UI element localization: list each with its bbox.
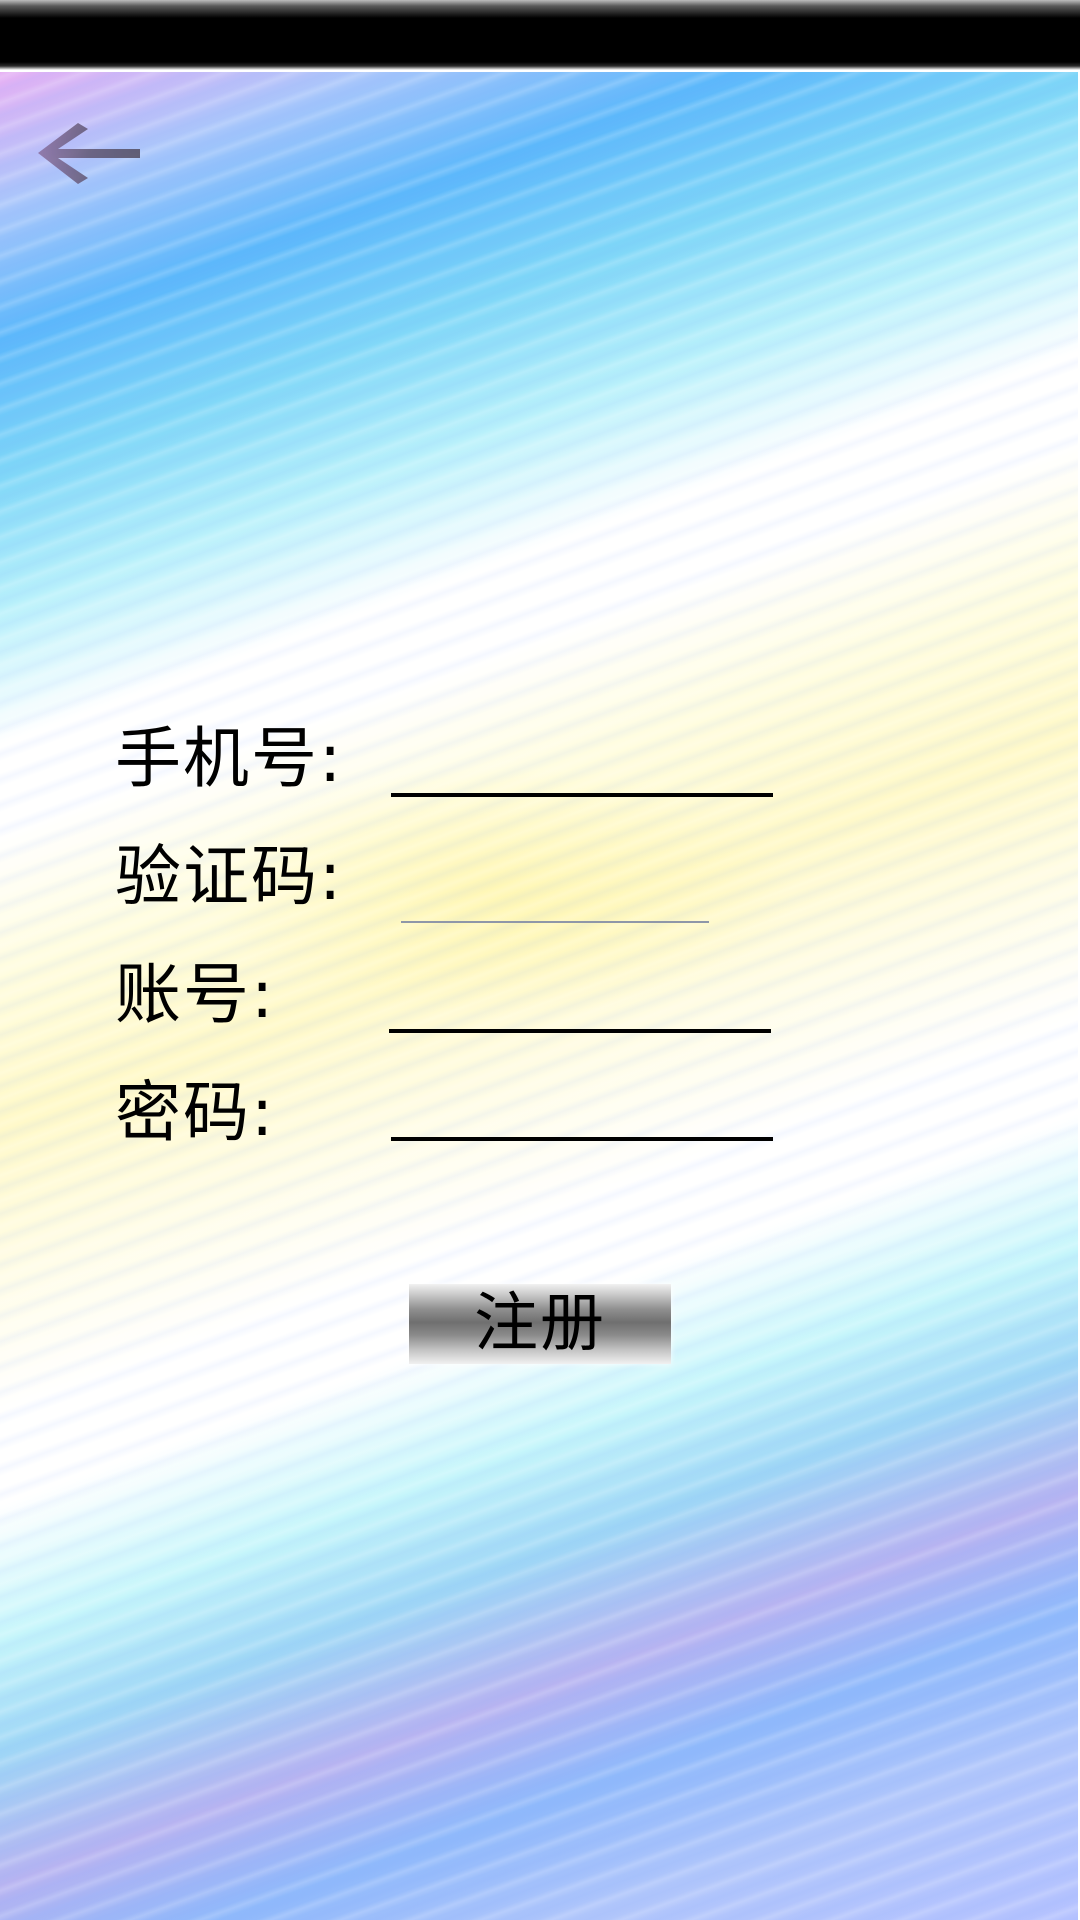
phone-row: 手机号: <box>115 715 835 833</box>
password-row: 密码: <box>115 1069 835 1187</box>
register-screen: 手机号: 验证码: 账号: 密码: 注册 <box>0 0 1080 1920</box>
back-button[interactable] <box>34 118 144 188</box>
register-button[interactable]: 注册 <box>409 1284 671 1364</box>
password-label: 密码: <box>115 1074 276 1151</box>
register-form: 手机号: 验证码: 账号: 密码: <box>115 715 835 1187</box>
verification-code-input[interactable] <box>401 865 709 923</box>
status-bar <box>0 0 1080 70</box>
phone-label: 手机号: <box>115 720 344 797</box>
account-row: 账号: <box>115 951 835 1069</box>
password-input[interactable] <box>391 1081 773 1141</box>
code-row: 验证码: <box>115 833 835 951</box>
code-label: 验证码: <box>115 838 344 915</box>
account-label: 账号: <box>115 956 276 1033</box>
phone-input[interactable] <box>391 737 773 797</box>
account-input[interactable] <box>389 973 771 1033</box>
arrow-left-icon <box>38 123 140 184</box>
